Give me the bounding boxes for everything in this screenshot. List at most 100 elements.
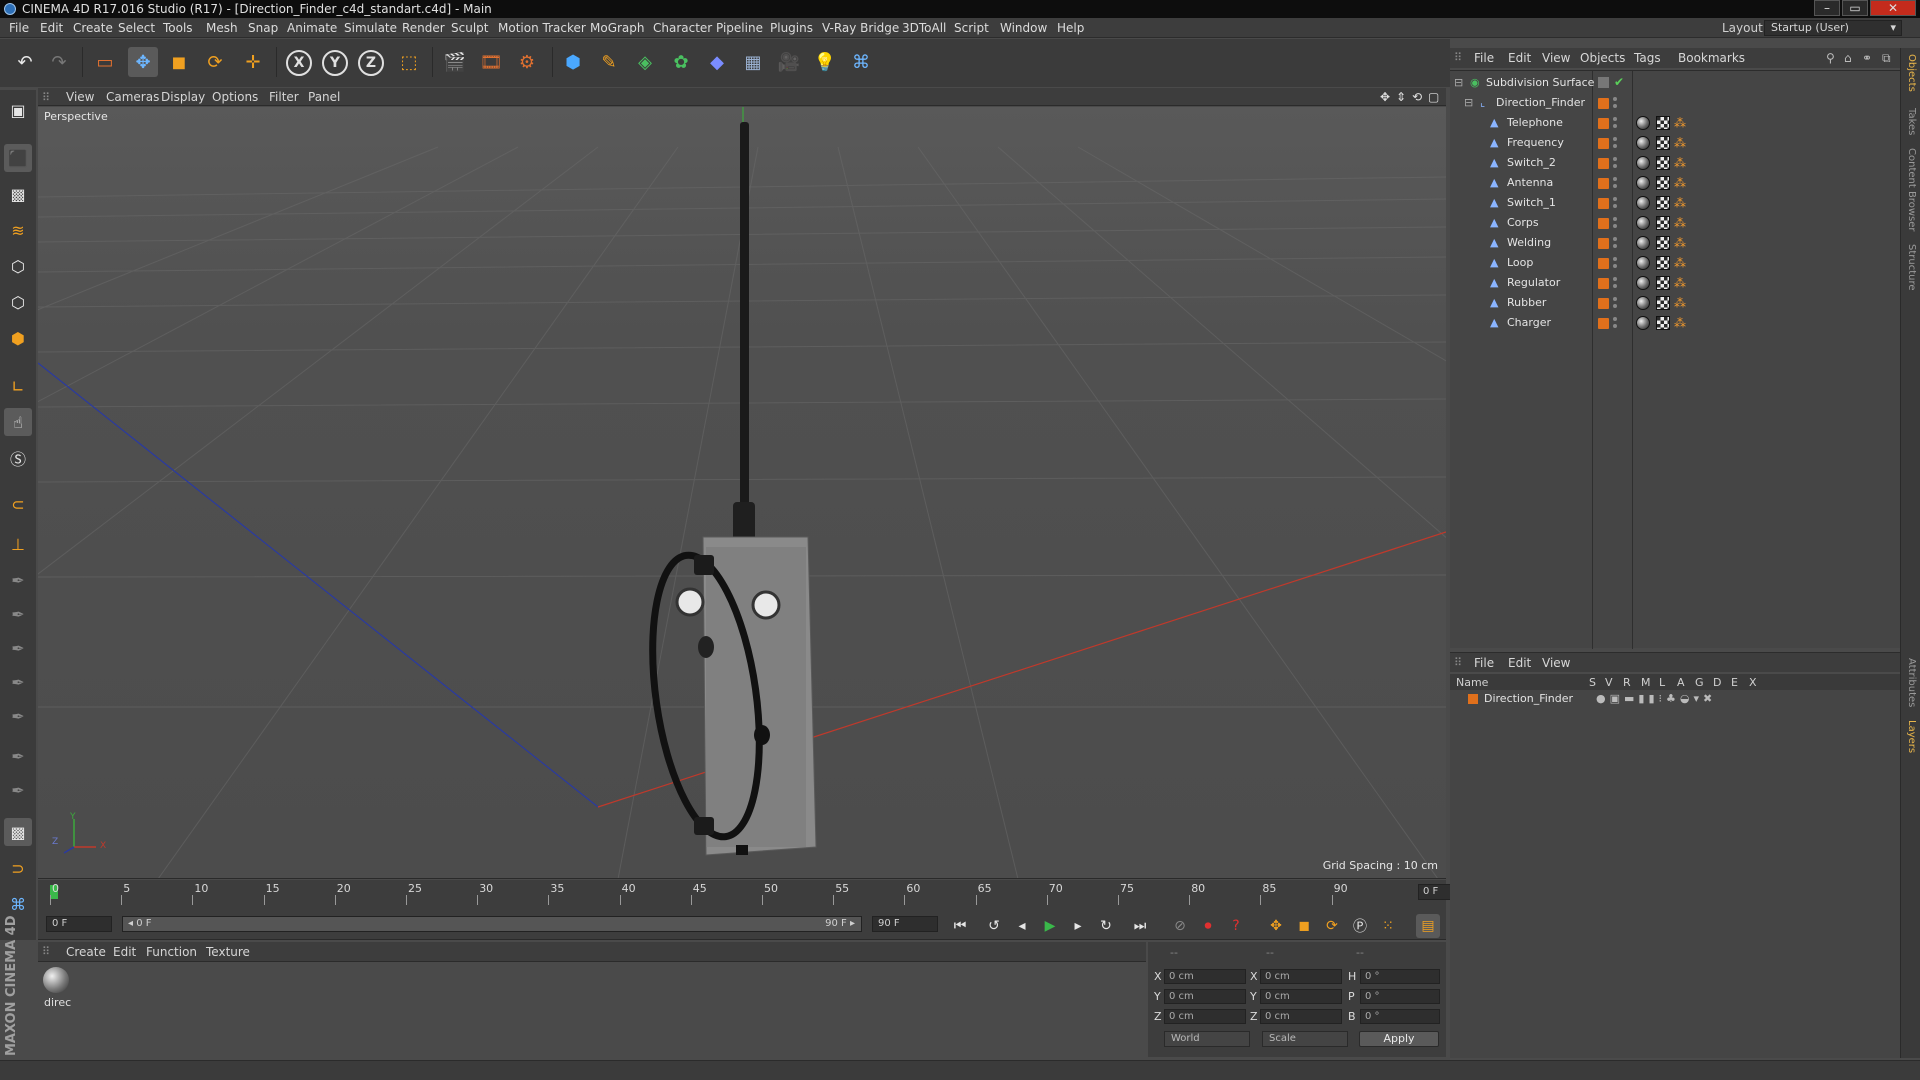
maximize-view-icon[interactable]: ▢: [1428, 90, 1439, 104]
home-icon[interactable]: ⌂: [1844, 51, 1852, 65]
timeline-window-icon[interactable]: ▤: [1416, 914, 1440, 938]
sculpt-inflate-icon[interactable]: ✒: [4, 668, 32, 696]
layer-menu-file[interactable]: File: [1474, 656, 1494, 670]
tab-attributes[interactable]: Attributes: [1906, 658, 1917, 707]
axis-mode-icon[interactable]: ∟: [4, 372, 32, 400]
menu-character[interactable]: Character: [653, 21, 712, 35]
go-to-start-icon[interactable]: ⏮: [948, 914, 972, 938]
coordinate-mode-select[interactable]: World: [1164, 1031, 1250, 1047]
material-tag-icon[interactable]: [1636, 116, 1650, 130]
uvw-tag-icon[interactable]: [1656, 276, 1670, 290]
tree-row-object[interactable]: ▲ Switch_1 ⁂: [1450, 193, 1900, 213]
minimize-button[interactable]: –: [1814, 0, 1840, 16]
phong-tag-icon[interactable]: ⁂: [1674, 196, 1686, 210]
menu-help[interactable]: Help: [1057, 21, 1084, 35]
live-selection-icon[interactable]: ▭: [90, 47, 120, 77]
visibility-dots-icon[interactable]: [1613, 276, 1617, 290]
layer-menu-edit[interactable]: Edit: [1508, 656, 1531, 670]
recent-tool-icon[interactable]: ✛: [238, 47, 268, 77]
layer-color-swatch[interactable]: [1468, 694, 1478, 704]
start-frame-field[interactable]: 0 F: [46, 916, 112, 932]
material-menu-create[interactable]: Create: [66, 945, 106, 959]
layer-color-swatch[interactable]: [1598, 118, 1609, 129]
uvw-tag-icon[interactable]: [1656, 176, 1670, 190]
light-object-icon[interactable]: 💡: [810, 47, 840, 77]
magnet-tool-icon[interactable]: ⊃: [4, 854, 32, 882]
collapse-icon[interactable]: ⊟: [1454, 77, 1465, 88]
tree-row-object[interactable]: ▲ Charger ⁂: [1450, 313, 1900, 333]
rotate-view-icon[interactable]: ⟲: [1412, 90, 1422, 104]
menu-simulate[interactable]: Simulate: [344, 21, 397, 35]
uvw-tag-icon[interactable]: [1656, 216, 1670, 230]
menu-vray-bridge[interactable]: V-Ray Bridge: [822, 21, 899, 35]
viewport-menu-options[interactable]: Options: [212, 90, 258, 104]
uvw-tag-icon[interactable]: [1656, 296, 1670, 310]
material-name[interactable]: direc: [44, 996, 71, 1009]
layer-color-swatch[interactable]: [1598, 298, 1609, 309]
redo-icon[interactable]: ↷: [44, 47, 74, 77]
viewport-menu-filter[interactable]: Filter: [269, 90, 299, 104]
object-menu-view[interactable]: View: [1542, 51, 1570, 65]
tree-row-object[interactable]: ▲ Welding ⁂: [1450, 233, 1900, 253]
uvw-tag-icon[interactable]: [1656, 116, 1670, 130]
visibility-dots-icon[interactable]: [1613, 176, 1617, 190]
key-parameter-icon[interactable]: Ⓟ: [1348, 914, 1372, 938]
layer-color-swatch[interactable]: [1598, 238, 1609, 249]
python-icon[interactable]: ⌘: [846, 47, 876, 77]
rot-b-field[interactable]: 0 °: [1360, 1009, 1440, 1024]
snap-magnet-icon[interactable]: ⊂: [4, 490, 32, 518]
object-menu-file[interactable]: File: [1474, 51, 1494, 65]
uvw-tag-icon[interactable]: [1656, 256, 1670, 270]
layer-color-swatch[interactable]: [1598, 158, 1609, 169]
menu-plugins[interactable]: Plugins: [770, 21, 813, 35]
menu-script[interactable]: Script: [954, 21, 989, 35]
material-tag-icon[interactable]: [1636, 196, 1650, 210]
layer-toggle-icons[interactable]: ●▣▬▮▮⁝♣◒▾✖: [1596, 692, 1716, 705]
menu-3dtoall[interactable]: 3DToAll: [902, 21, 946, 35]
mograph-cloner-icon[interactable]: ✿: [666, 47, 696, 77]
material-menu-edit[interactable]: Edit: [113, 945, 136, 959]
material-tag-icon[interactable]: [1636, 176, 1650, 190]
render-settings-icon[interactable]: ⚙: [512, 47, 542, 77]
frame-range-slider[interactable]: ◂ 0 F 90 F ▸: [122, 916, 862, 932]
col-solo[interactable]: S: [1589, 676, 1596, 689]
layout-select[interactable]: Startup (User) ▾: [1764, 20, 1902, 36]
phong-tag-icon[interactable]: ⁂: [1674, 236, 1686, 250]
tree-row-object[interactable]: ▲ Loop ⁂: [1450, 253, 1900, 273]
visibility-dots-icon[interactable]: [1613, 316, 1617, 330]
maximize-button[interactable]: ▭: [1842, 0, 1868, 16]
col-deformers[interactable]: D: [1713, 676, 1721, 689]
x-axis-lock-icon[interactable]: X: [286, 50, 312, 76]
cube-object-icon[interactable]: ⬢: [558, 47, 588, 77]
record-active-icon[interactable]: ⏺: [1196, 914, 1220, 938]
col-view[interactable]: V: [1605, 676, 1613, 689]
visibility-dots-icon[interactable]: [1613, 216, 1617, 230]
pos-z-field[interactable]: 0 cm: [1164, 1009, 1246, 1024]
object-menu-objects[interactable]: Objects: [1580, 51, 1625, 65]
apply-button[interactable]: Apply: [1359, 1031, 1439, 1047]
menu-select[interactable]: Select: [118, 21, 155, 35]
brush-tool-icon[interactable]: ✒: [4, 566, 32, 594]
rot-h-field[interactable]: 0 °: [1360, 969, 1440, 984]
layer-toggle-icon[interactable]: [1598, 77, 1609, 88]
phong-tag-icon[interactable]: ⁂: [1674, 116, 1686, 130]
tree-row-object[interactable]: ▲ Frequency ⁂: [1450, 133, 1900, 153]
subdivision-surface-icon[interactable]: ◈: [630, 47, 660, 77]
move-tool-icon[interactable]: ✥: [128, 47, 158, 77]
search-icon[interactable]: ⚲: [1826, 51, 1835, 65]
layer-color-swatch[interactable]: [1598, 98, 1609, 109]
key-pla-icon[interactable]: ⁙: [1376, 914, 1400, 938]
render-view-icon[interactable]: 🎬: [440, 47, 470, 77]
menu-mesh[interactable]: Mesh: [206, 21, 238, 35]
uvw-tag-icon[interactable]: [1656, 236, 1670, 250]
next-frame-icon[interactable]: ▸: [1066, 914, 1090, 938]
workplane-mode-icon[interactable]: ≋: [4, 216, 32, 244]
undo-icon[interactable]: ↶: [10, 47, 40, 77]
coordinate-system-icon[interactable]: ⬚: [394, 47, 424, 77]
sculpt-flatten-icon[interactable]: ✒: [4, 742, 32, 770]
phong-tag-icon[interactable]: ⁂: [1674, 136, 1686, 150]
menu-mograph[interactable]: MoGraph: [590, 21, 645, 35]
uvw-tag-icon[interactable]: [1656, 316, 1670, 330]
render-picture-viewer-icon[interactable]: 🎞: [476, 47, 506, 77]
polygons-mode-icon[interactable]: ⬢: [4, 324, 32, 352]
